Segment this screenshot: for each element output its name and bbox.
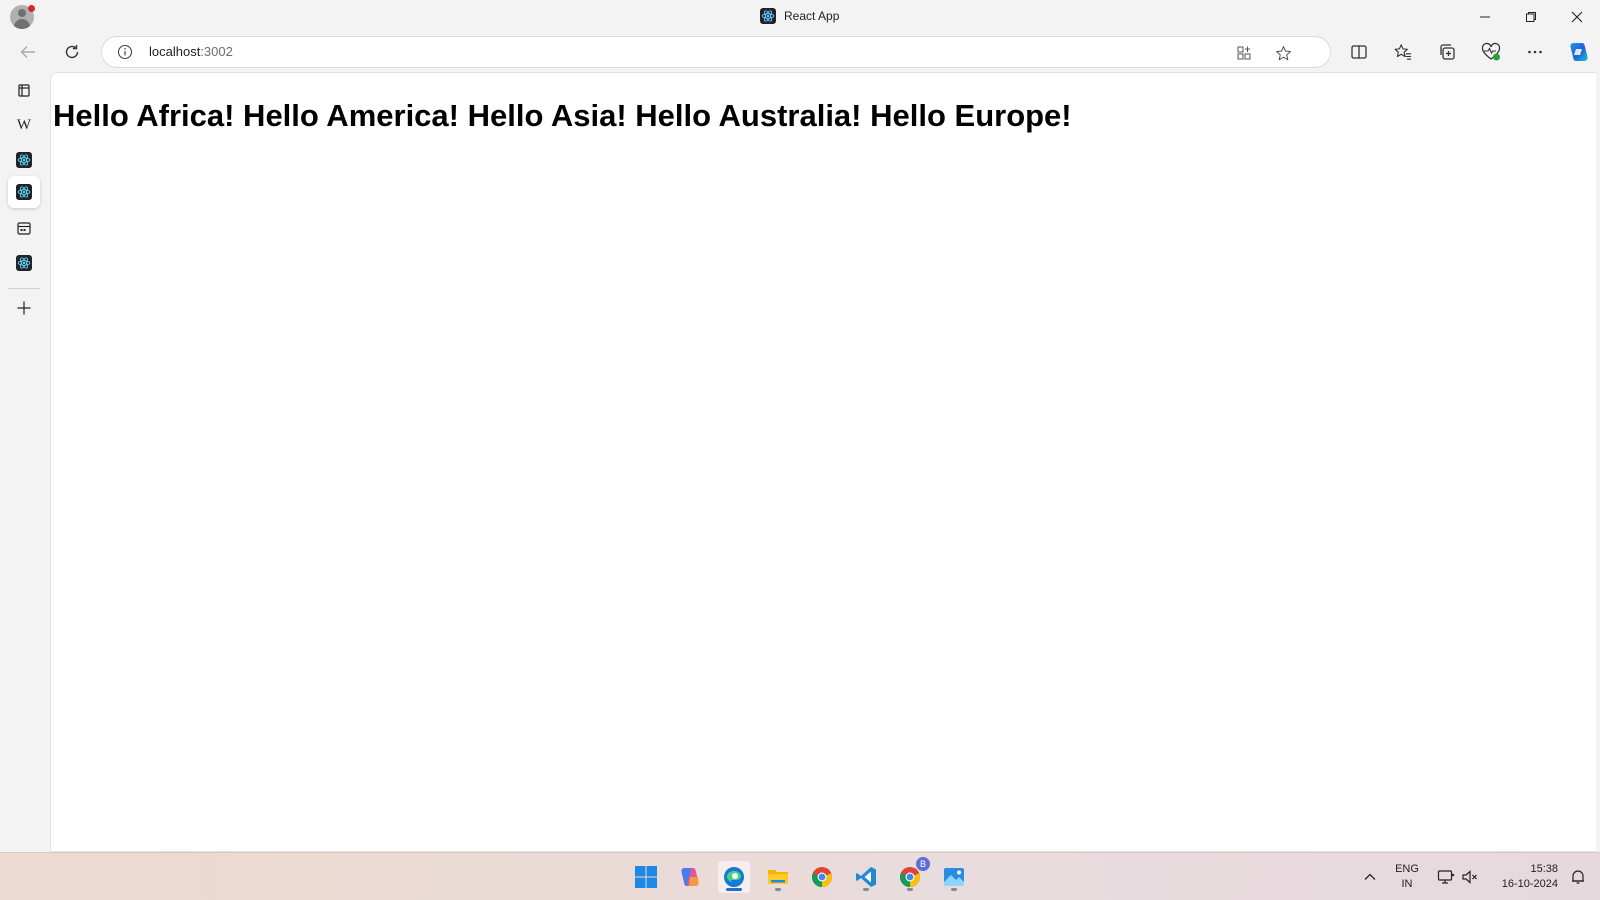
clock[interactable]: 15:38 16-10-2024 [1492,862,1558,892]
copilot-icon [1570,43,1588,61]
url-host: localhost [149,44,201,59]
running-indicator [775,888,781,891]
folder-icon [768,870,788,884]
taskbar-photos[interactable] [938,861,970,893]
react-icon [16,255,32,271]
taskbar-chrome-profile[interactable]: B [894,857,930,893]
tab-actions-button[interactable] [8,74,40,106]
close-button[interactable] [1554,0,1600,34]
more-dots-icon [1528,50,1542,54]
restore-button[interactable] [1508,0,1554,34]
photos-icon [944,868,964,886]
vscode-icon [856,867,876,887]
clock-time: 15:38 [1530,863,1558,875]
sidebar-item-react-app-3[interactable] [8,247,40,279]
chevron-up-icon [1364,873,1376,880]
running-indicator [951,888,957,891]
network-monitor-icon [1437,870,1455,884]
split-screen-button[interactable] [1345,38,1373,66]
favorites-button[interactable] [1389,38,1417,66]
refresh-icon [65,45,79,59]
sidebar-item-wikipedia[interactable]: W [8,109,40,141]
language-code: ENG [1395,863,1419,875]
favorites-list-icon [1394,44,1412,60]
url-port: :3002 [200,44,233,59]
region-code: IN [1401,878,1413,890]
new-tab-button[interactable] [8,292,40,324]
taskbar-file-explorer[interactable] [762,861,794,893]
taskbar-vscode[interactable] [850,861,882,893]
browser-toolbar: localhost:3002 [0,34,1600,70]
windows-taskbar: B ENG IN 15:38 16-10-2024 [0,852,1600,900]
page-heading: Hello Africa! Hello America! Hello Asia!… [53,98,1072,133]
calendar-icon [17,222,31,235]
copilot-button[interactable] [1565,38,1593,66]
refresh-button[interactable] [58,38,86,66]
sidebar-divider [8,288,40,289]
back-button[interactable] [14,38,42,66]
taskbar-chrome[interactable] [806,861,838,893]
copilot-icon [681,868,699,886]
taskbar-copilot[interactable] [674,861,706,893]
plus-icon [17,301,31,315]
running-indicator [907,888,913,891]
minimize-button[interactable] [1462,0,1508,34]
address-url[interactable]: localhost:3002 [149,44,233,59]
window-title: React App [760,8,839,24]
notification-dot [28,5,35,12]
notifications-button[interactable] [1562,861,1594,893]
start-button[interactable] [630,861,662,893]
vertical-tabs-sidebar: W [0,70,48,852]
favorite-star-icon[interactable] [1272,42,1294,64]
running-indicator [863,888,869,891]
clock-date: 16-10-2024 [1501,878,1558,890]
collections-button[interactable] [1433,38,1461,66]
show-hidden-icons-button[interactable] [1354,861,1386,893]
app-available-icon[interactable] [1233,42,1255,64]
title-bar: React App [0,0,1600,34]
browser-essentials-button[interactable] [1477,38,1505,66]
site-info-icon[interactable] [116,43,134,61]
arrow-left-icon [20,46,35,58]
react-icon [16,152,32,168]
sidebar-item-react-app-2[interactable] [8,176,40,208]
sidebar-item-react-app-1[interactable] [8,144,40,176]
edge-icon [724,867,744,887]
react-icon [16,184,32,200]
volume-muted-icon [1462,870,1477,884]
window-title-text: React App [784,9,840,23]
sidebar-item-calendar[interactable] [8,212,40,244]
split-screen-icon [1351,45,1367,59]
taskbar-edge[interactable] [718,861,750,893]
heart-pulse-icon [1481,42,1501,61]
active-indicator [726,888,742,891]
react-icon [760,8,776,24]
volume-button[interactable] [1454,861,1486,893]
windows-logo-icon [635,866,657,888]
address-bar[interactable]: localhost:3002 [101,36,1331,68]
more-options-button[interactable] [1521,38,1549,66]
input-language[interactable]: ENG IN [1392,862,1422,892]
wikipedia-icon: W [16,116,32,133]
profile-badge: B [916,857,930,871]
tabs-icon [18,84,30,97]
page-viewport: Hello Africa! Hello America! Hello Asia!… [50,72,1596,852]
collections-icon [1440,44,1455,60]
notification-bell-icon [1572,870,1584,884]
chrome-icon [811,867,833,887]
